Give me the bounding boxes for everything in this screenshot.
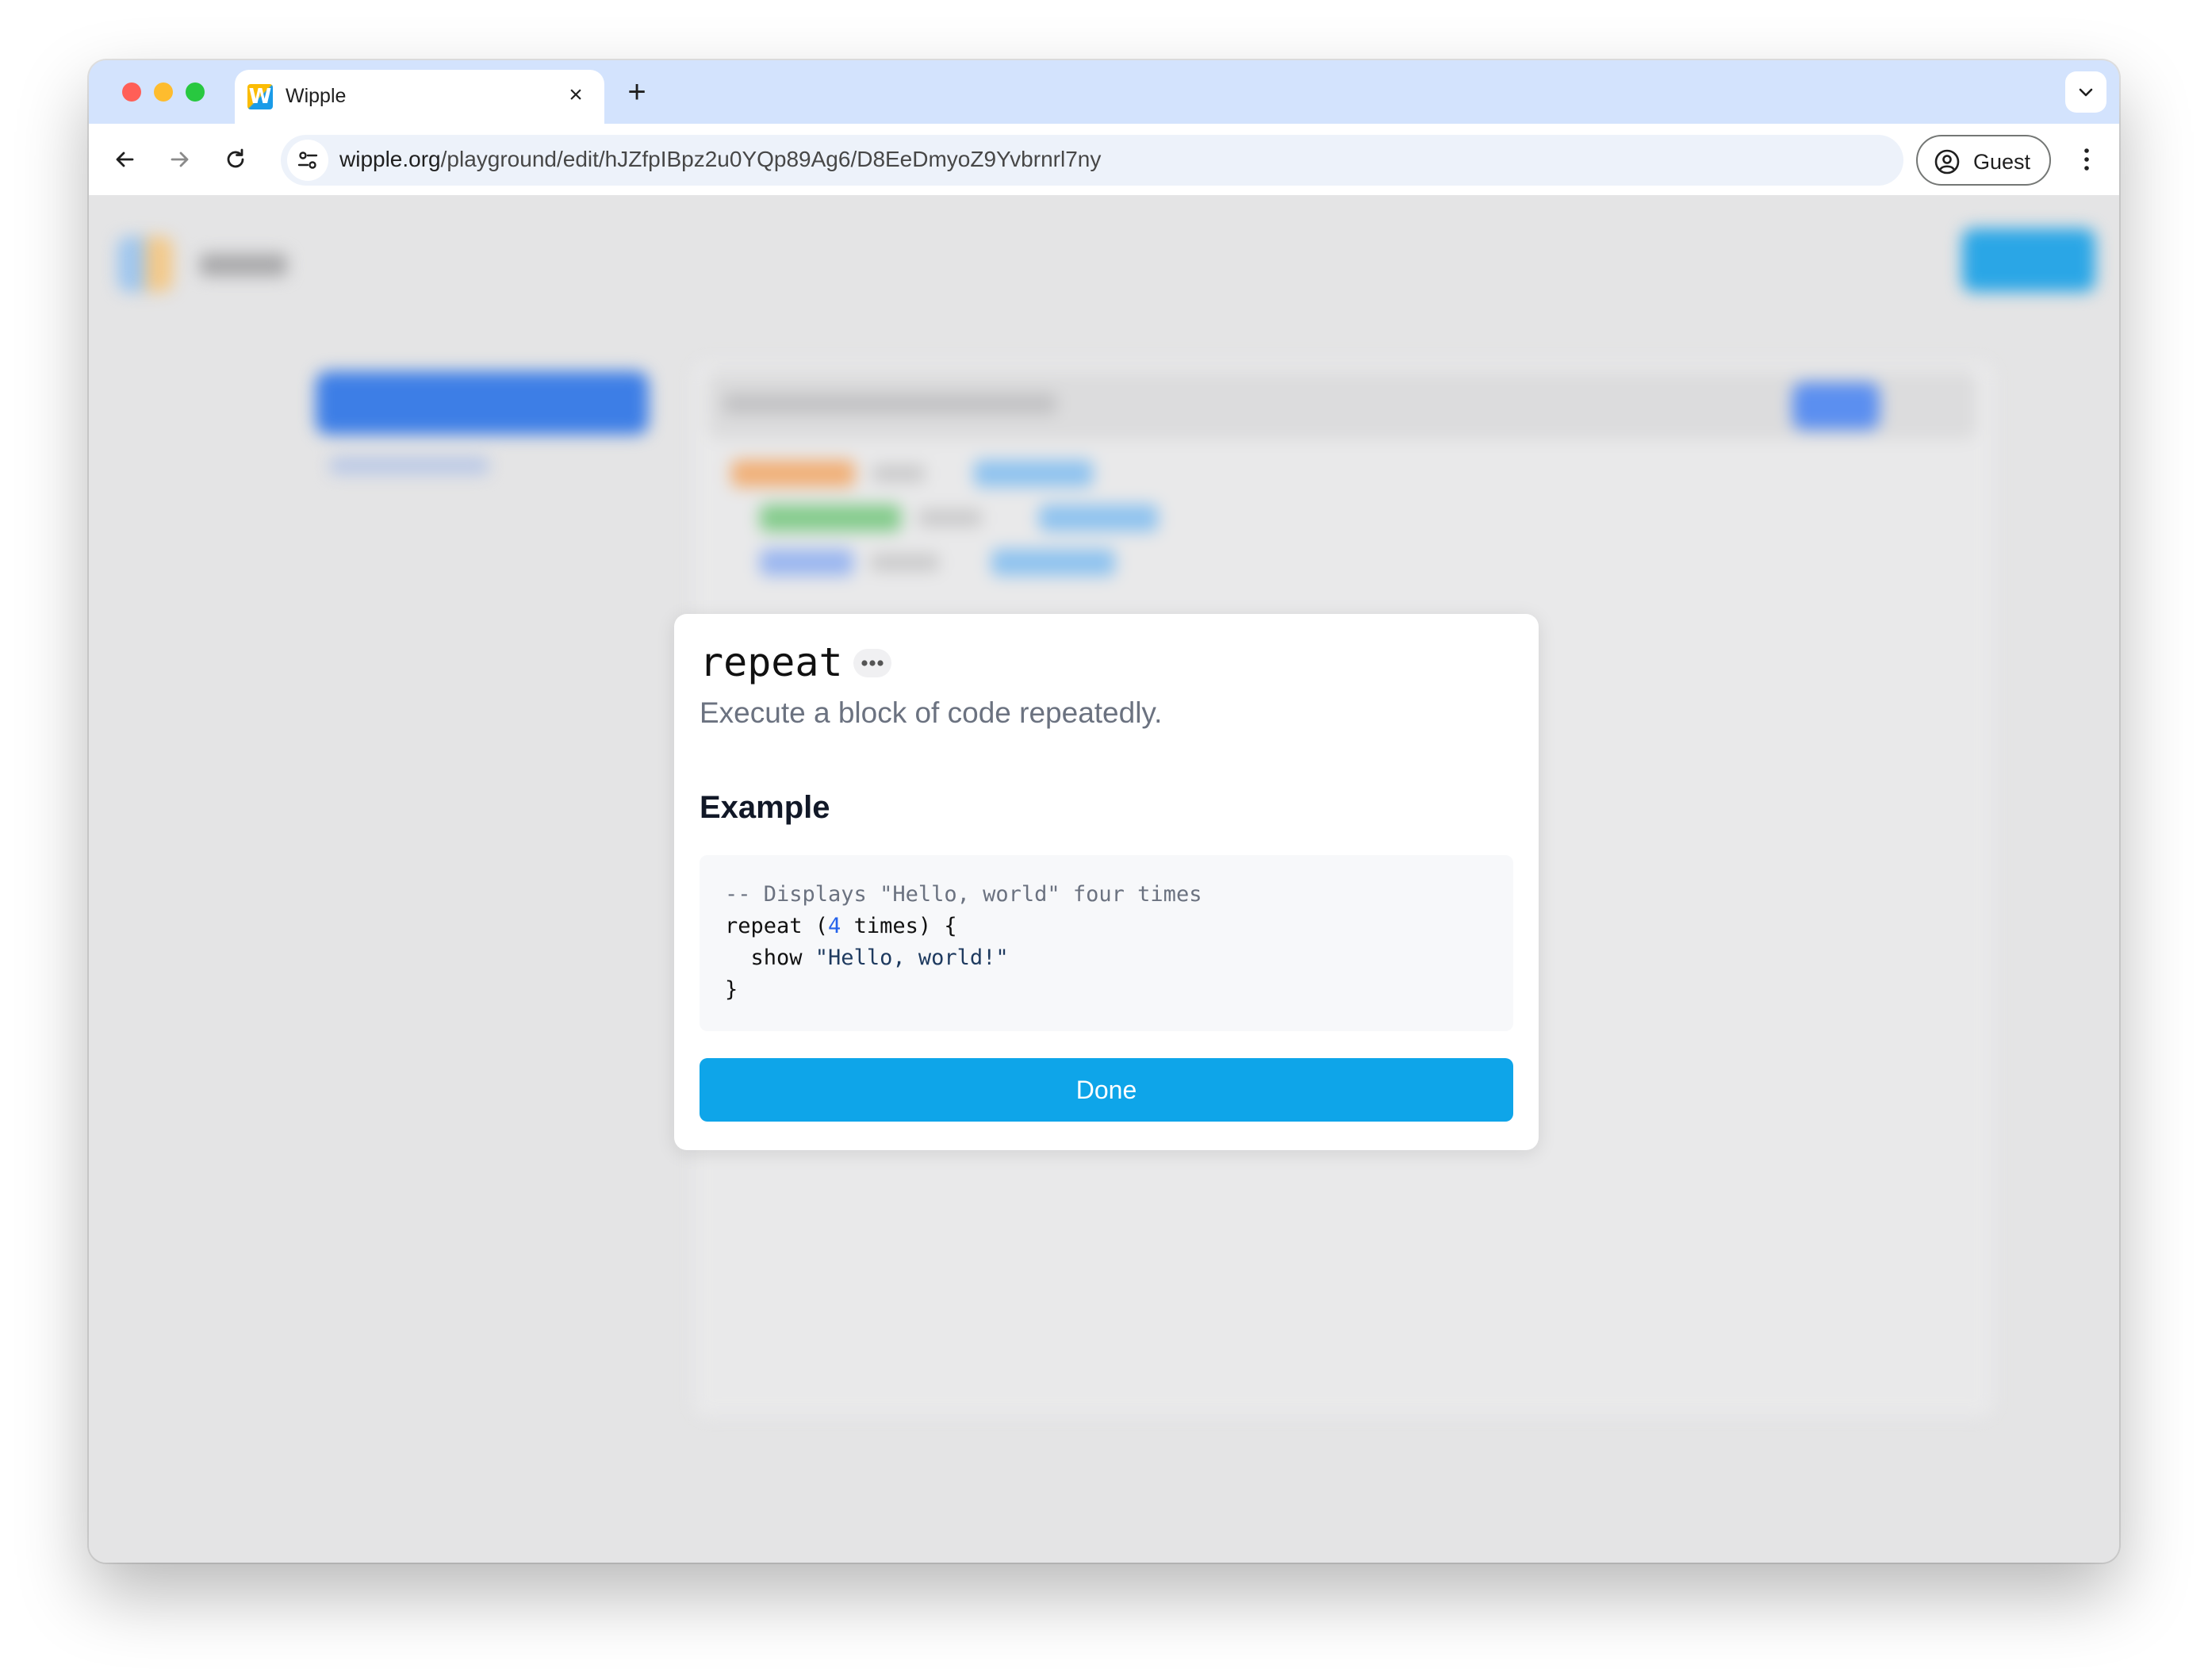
blurred-chip	[871, 554, 939, 571]
window-minimize-button[interactable]	[154, 82, 173, 102]
chevron-down-icon	[2079, 88, 2093, 97]
code-token: times) {	[841, 914, 957, 938]
window-maximize-button[interactable]	[186, 82, 205, 102]
blurred-chip	[918, 509, 982, 527]
blurred-run-button	[1792, 382, 1880, 430]
code-token: show	[725, 945, 815, 970]
profile-button[interactable]: Guest	[1916, 135, 2051, 186]
blurred-chip	[1039, 504, 1158, 531]
dialog-description: Execute a block of code repeatedly.	[700, 696, 1163, 729]
url-path: /playground/edit/hJZfpIBpz2u0YQp89Ag6/D8…	[440, 147, 1102, 171]
address-bar[interactable]: wipple.org/playground/edit/hJZfpIBpz2u0Y…	[281, 135, 1903, 186]
account-circle-icon	[1934, 149, 1960, 175]
blurred-sidebar-link	[330, 457, 489, 474]
new-tab-button[interactable]: +	[617, 73, 657, 113]
code-line: }	[725, 977, 738, 1002]
reload-button[interactable]	[216, 140, 255, 179]
more-horizontal-icon	[861, 660, 884, 666]
url-host: wipple.org	[339, 147, 441, 171]
tab-close-icon[interactable]: ×	[560, 79, 592, 111]
reload-icon	[227, 148, 244, 168]
code-token: repeat (	[725, 914, 829, 938]
browser-toolbar: wipple.org/playground/edit/hJZfpIBpz2u0Y…	[89, 124, 2119, 195]
tab-title: Wipple	[286, 85, 347, 107]
blurred-header-button	[1962, 228, 2095, 292]
more-options-button[interactable]	[853, 649, 891, 677]
url-text: wipple.org/playground/edit/hJZfpIBpz2u0Y…	[339, 147, 1101, 172]
tune-icon	[297, 152, 318, 169]
browser-menu-button[interactable]	[2068, 141, 2105, 178]
code-line: show "Hello, world!"	[725, 942, 1488, 974]
blurred-chip	[760, 549, 853, 576]
blurred-chip	[760, 504, 901, 531]
code-number: 4	[828, 914, 841, 938]
code-string: "Hello, world!"	[815, 945, 1009, 970]
more-vertical-icon	[2084, 148, 2089, 171]
wipple-favicon-icon: W	[247, 84, 273, 109]
profile-label: Guest	[1973, 150, 2031, 174]
blurred-chip	[991, 549, 1115, 576]
code-example: -- Displays "Hello, world" four times re…	[700, 855, 1513, 1031]
blurred-editor-label	[723, 393, 1056, 414]
forward-button[interactable]	[160, 140, 200, 179]
window-close-button[interactable]	[122, 82, 141, 102]
blurred-logo	[117, 236, 173, 292]
site-info-button[interactable]	[287, 140, 328, 181]
done-button[interactable]: Done	[700, 1058, 1513, 1122]
code-line: repeat (4 times) {	[725, 911, 1488, 942]
tab-wipple[interactable]: W Wipple ×	[235, 70, 604, 124]
blurred-app-title	[200, 254, 287, 276]
arrow-right-icon	[171, 152, 189, 167]
example-heading: Example	[700, 790, 830, 825]
documentation-dialog: repeat Execute a block of code repeatedl…	[674, 614, 1539, 1150]
blurred-chip	[872, 465, 925, 482]
back-button[interactable]	[105, 140, 144, 179]
tab-strip: W Wipple × +	[89, 60, 2119, 124]
blurred-chip	[974, 460, 1093, 487]
code-comment-line: -- Displays "Hello, world" four times	[725, 882, 1202, 907]
blurred-chip	[731, 460, 855, 487]
tab-search-button[interactable]	[2065, 71, 2106, 113]
browser-window: W Wipple × + wipple.org/playground/edit/…	[89, 60, 2119, 1563]
dialog-title: repeat	[700, 639, 843, 685]
arrow-left-icon	[116, 152, 134, 167]
blurred-sidebar-button	[316, 371, 649, 435]
